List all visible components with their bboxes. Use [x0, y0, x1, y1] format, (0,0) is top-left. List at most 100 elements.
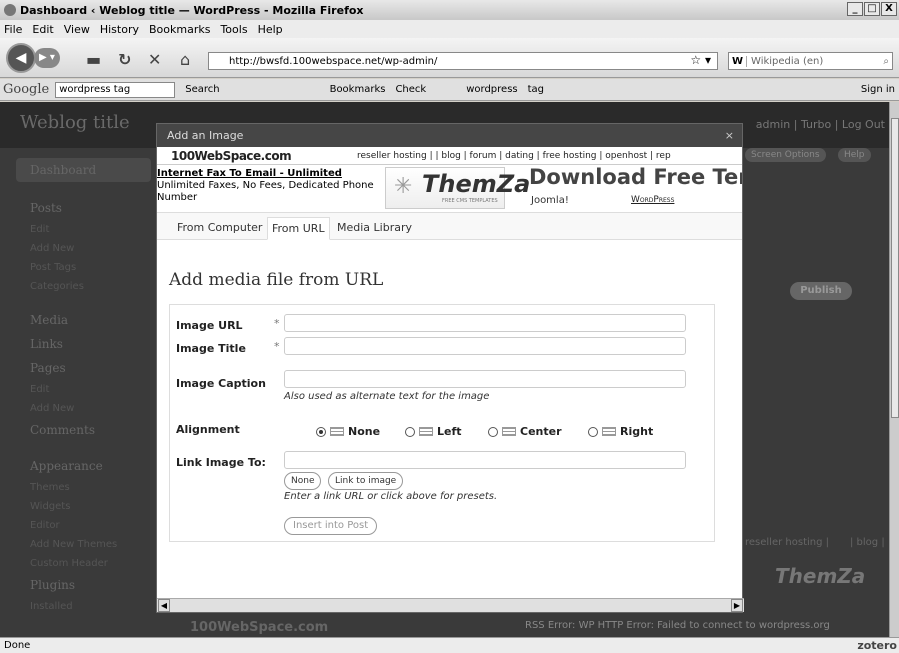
menu-edit[interactable]: Edit: [32, 23, 53, 36]
page-scrollbar[interactable]: [889, 102, 899, 637]
tab-from-url[interactable]: From URL: [267, 217, 330, 240]
joomla-logo: Joomla!: [531, 195, 569, 206]
themza-ad[interactable]: ✳ ThemZa FREE CMS TEMPLATES: [385, 167, 530, 209]
rss-error: RSS Error: WP HTTP Error: Failed to conn…: [525, 620, 830, 631]
dialog-hscrollbar[interactable]: ◀ ▶: [157, 598, 744, 612]
alignment-label: Alignment: [176, 423, 240, 436]
sidebar-item-add-new[interactable]: Add New: [16, 239, 151, 258]
menu-file[interactable]: File: [4, 23, 22, 36]
scroll-right-icon[interactable]: ▶: [731, 599, 743, 612]
site-title[interactable]: Weblog title: [20, 112, 130, 133]
sidebar-item-custom-header[interactable]: Custom Header: [16, 554, 151, 573]
align-center-radio[interactable]: Center: [488, 425, 562, 438]
zotero-button[interactable]: zotero: [857, 638, 897, 653]
stop-icon[interactable]: ✕: [148, 50, 161, 69]
home-icon[interactable]: ⌂: [180, 50, 190, 69]
bg-ad-link[interactable]: reseller hosting |: [745, 537, 829, 548]
bg-ad-link-blog[interactable]: | blog |: [850, 537, 885, 548]
google-check-button[interactable]: Check: [395, 84, 426, 95]
image-url-input[interactable]: [284, 314, 686, 332]
align-none-radio[interactable]: None: [316, 425, 380, 438]
help-button[interactable]: Help: [838, 148, 871, 162]
sidebar-item-media[interactable]: Media: [16, 308, 151, 332]
fax-ad-link[interactable]: Internet Fax To Email - Unlimited: [157, 168, 342, 179]
google-bookmarks-button[interactable]: Bookmarks: [330, 84, 386, 95]
minimize-button[interactable]: _: [847, 2, 863, 16]
status-text: Done: [4, 640, 31, 651]
tab-media-library[interactable]: Media Library: [333, 217, 416, 240]
menu-view[interactable]: View: [64, 23, 90, 36]
google-search-button[interactable]: Search: [185, 84, 219, 95]
image-caption-input[interactable]: [284, 370, 686, 388]
reload-icon[interactable]: ↻: [118, 50, 131, 69]
sidebar-item-installed[interactable]: Installed: [16, 597, 151, 616]
sidebar-item-links[interactable]: Links: [16, 332, 151, 356]
menu-bookmarks[interactable]: Bookmarks: [149, 23, 210, 36]
google-logo: Google: [3, 82, 50, 97]
sidebar-item-editor[interactable]: Editor: [16, 516, 151, 535]
sidebar-item-widgets[interactable]: Widgets: [16, 497, 151, 516]
sidebar-item-posts[interactable]: Posts: [16, 196, 151, 220]
sidebar-item-edit[interactable]: Edit: [16, 220, 151, 239]
close-icon[interactable]: ×: [725, 124, 734, 147]
ad-links[interactable]: reseller hosting | | blog | forum | dati…: [357, 151, 671, 161]
image-title-input[interactable]: [284, 337, 686, 355]
webspace-logo[interactable]: 100WebSpace.com: [157, 149, 297, 163]
download-ad-headline[interactable]: Download Free Temp: [529, 165, 742, 189]
sidebar-item-pages[interactable]: Pages: [16, 356, 151, 380]
print-icon[interactable]: ▬: [86, 50, 101, 69]
upload-tabs: From Computer From URL Media Library: [157, 213, 742, 240]
menu-help[interactable]: Help: [258, 23, 283, 36]
sidebar-item-edit[interactable]: Edit: [16, 380, 151, 399]
url-bar[interactable]: http://bwsfd.100webspace.net/wp-admin/ ☆…: [208, 52, 718, 70]
starburst-icon: ✳: [394, 174, 413, 199]
google-highlight-wordpress[interactable]: wordpress: [466, 84, 517, 95]
firefox-icon: [4, 4, 16, 16]
themza-logo: ThemZa: [422, 170, 531, 198]
sidebar-item-themes[interactable]: Themes: [16, 478, 151, 497]
admin-sidebar: Dashboard Posts Edit Add New Post Tags Catego…: [16, 158, 151, 616]
publish-button[interactable]: Publish: [790, 282, 852, 300]
close-window-button[interactable]: X: [881, 2, 897, 16]
google-highlight-tag[interactable]: tag: [528, 84, 544, 95]
sidebar-item-appearance[interactable]: Appearance: [16, 454, 151, 478]
fax-ad-desc: Unlimited Faxes, No Fees, Dedicated Phon…: [157, 180, 374, 203]
link-to-image-button[interactable]: Link to image: [328, 472, 404, 490]
forward-button[interactable]: ▶ ▾: [34, 48, 60, 68]
maximize-button[interactable]: □: [864, 2, 880, 16]
sidebar-item-plugins[interactable]: Plugins: [16, 573, 151, 597]
screen-options-button[interactable]: Screen Options: [745, 148, 826, 162]
google-sign-in[interactable]: Sign in: [861, 84, 895, 95]
align-right-icon: [602, 427, 616, 436]
menu-tools[interactable]: Tools: [220, 23, 247, 36]
menu-bar: File Edit View History Bookmarks Tools H…: [0, 20, 899, 38]
sidebar-item-categories[interactable]: Categories: [16, 277, 151, 296]
align-right-radio[interactable]: Right: [588, 425, 653, 438]
sidebar-item-add-new-themes[interactable]: Add New Themes: [16, 535, 151, 554]
scroll-left-icon[interactable]: ◀: [158, 599, 170, 612]
status-bar: Done zotero: [0, 637, 899, 653]
window-titlebar: Dashboard ‹ Weblog title — WordPress - M…: [0, 0, 899, 20]
search-box[interactable]: W Wikipedia (en) ⌕: [728, 52, 893, 70]
insert-into-post-button[interactable]: Insert into Post: [284, 517, 378, 535]
back-button[interactable]: ◀: [6, 43, 36, 73]
sidebar-item-post-tags[interactable]: Post Tags: [16, 258, 151, 277]
url-text: http://bwsfd.100webspace.net/wp-admin/: [229, 55, 438, 67]
sidebar-item-comments[interactable]: Comments: [16, 418, 151, 442]
window-title: Dashboard ‹ Weblog title — WordPress - M…: [20, 3, 364, 17]
tab-from-computer[interactable]: From Computer: [173, 217, 266, 240]
scrollbar-thumb[interactable]: [891, 118, 899, 418]
link-none-button[interactable]: None: [284, 472, 322, 490]
menu-history[interactable]: History: [100, 23, 139, 36]
link-url-input[interactable]: [284, 451, 686, 469]
sidebar-item-add-new[interactable]: Add New: [16, 399, 151, 418]
bookmark-star-icon[interactable]: ☆ ▾: [690, 53, 711, 67]
search-go-icon[interactable]: ⌕: [883, 56, 889, 67]
align-left-radio[interactable]: Left: [405, 425, 462, 438]
user-links[interactable]: admin | Turbo | Log Out: [756, 118, 885, 131]
search-engine-icon[interactable]: W: [729, 55, 748, 67]
image-url-label: Image URL: [176, 319, 243, 332]
wordpress-logo: WordPress: [631, 195, 675, 205]
sidebar-item-dashboard[interactable]: Dashboard: [16, 158, 151, 182]
google-search-input[interactable]: wordpress tag: [55, 81, 176, 98]
